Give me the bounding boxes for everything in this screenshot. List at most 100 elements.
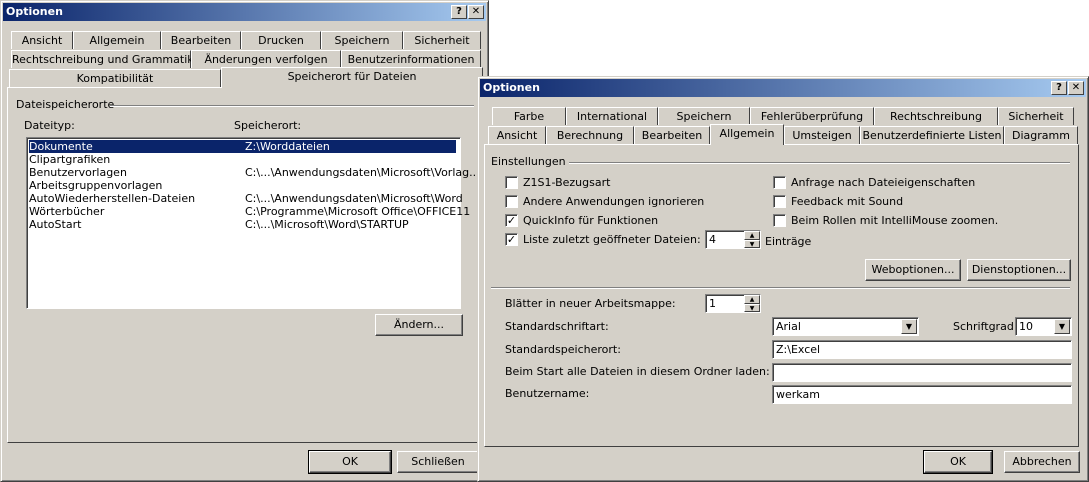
item-type: Clipartgrafiken: [29, 153, 111, 166]
item-type: Dokumente: [29, 140, 93, 153]
tab-fehlerueberpruefung[interactable]: Fehlerüberprüfung: [750, 107, 874, 125]
item-type: Arbeitsgruppenvorlagen: [29, 179, 163, 192]
sheets-input[interactable]: 1 ▲ ▼: [705, 294, 761, 313]
close-icon[interactable]: ✕: [1068, 81, 1084, 95]
column-header-location: Speicherort:: [234, 119, 302, 132]
item-type: AutoStart: [29, 218, 82, 231]
label-intellimouse-zoom: Beim Rollen mit IntelliMouse zoomen.: [791, 214, 999, 227]
label-feedback-sound: Feedback mit Sound: [791, 195, 904, 208]
tab-ansicht[interactable]: Ansicht: [488, 126, 546, 144]
dialog-title: Optionen: [6, 5, 63, 18]
chevron-down-icon[interactable]: ▼: [1054, 319, 1070, 334]
cancel-button[interactable]: Abbrechen: [1004, 451, 1080, 473]
tab-sicherheit[interactable]: Sicherheit: [998, 107, 1074, 125]
tab-speicherort-fuer-dateien[interactable]: Speicherort für Dateien: [221, 67, 483, 88]
column-header-type: Dateityp:: [24, 119, 75, 132]
item-type: AutoWiederherstellen-Dateien: [29, 192, 196, 205]
tab-ansicht[interactable]: Ansicht: [11, 31, 73, 49]
startup-folder-input[interactable]: [772, 363, 1072, 382]
std-font-label: Standardschriftart:: [505, 320, 609, 333]
tab-panel: Einstellungen Z1S1-Bezugsart Andere Anwe…: [484, 144, 1079, 447]
spin-down-icon[interactable]: ▼: [744, 303, 760, 312]
tab-kompatibilitaet[interactable]: Kompatibilität: [9, 69, 221, 87]
help-button[interactable]: ?: [451, 5, 467, 19]
dialog-title: Optionen: [483, 81, 540, 94]
item-location: C:\...\Anwendungsdaten\Microsoft\Vorlag.…: [245, 166, 480, 179]
font-size-label: Schriftgrad:: [953, 320, 1018, 333]
spin-up-icon[interactable]: ▲: [744, 231, 760, 240]
tab-rechtschreibung-grammatik[interactable]: Rechtschreibung und Grammatik: [11, 50, 194, 68]
ok-button[interactable]: OK: [308, 450, 392, 474]
section-divider: [491, 287, 1070, 289]
spin-down-icon[interactable]: ▼: [744, 239, 760, 248]
modify-button[interactable]: Ändern...: [375, 314, 463, 336]
tab-sicherheit[interactable]: Sicherheit: [403, 31, 481, 49]
group-title: Einstellungen: [491, 155, 566, 168]
recent-count-stepper[interactable]: ▲ ▼: [744, 231, 760, 248]
tab-bearbeiten[interactable]: Bearbeiten: [634, 126, 710, 144]
label-z1s1: Z1S1-Bezugsart: [523, 176, 611, 189]
ok-button[interactable]: OK: [923, 450, 993, 474]
tab-benutzerdefinierte-listen[interactable]: Benutzerdefinierte Listen: [860, 126, 1004, 144]
help-button[interactable]: ?: [1051, 81, 1067, 95]
item-location: C:\...\Microsoft\Word\STARTUP: [245, 218, 409, 231]
item-location: Z:\Worddateien: [245, 140, 330, 153]
tab-drucken[interactable]: Drucken: [241, 31, 321, 49]
tab-allgemein[interactable]: Allgemein: [73, 31, 161, 49]
list-item[interactable]: Dokumente Z:\Worddateien: [28, 139, 457, 154]
tab-benutzerinformationen[interactable]: Benutzerinformationen: [341, 50, 481, 68]
item-type: Wörterbücher: [29, 205, 105, 218]
tab-farbe[interactable]: Farbe: [492, 107, 566, 125]
title-bar: Optionen ? ✕: [3, 3, 486, 21]
label-ignore-apps: Andere Anwendungen ignorieren: [523, 195, 705, 208]
tab-umsteigen[interactable]: Umsteigen: [784, 126, 860, 144]
tab-speichern[interactable]: Speichern: [321, 31, 403, 49]
checkbox-intellimouse-zoom[interactable]: [773, 214, 786, 227]
std-font-select[interactable]: Arial ▼: [772, 317, 919, 336]
close-icon[interactable]: ✕: [468, 5, 484, 19]
checkbox-quickinfo[interactable]: ✓: [505, 214, 518, 227]
recent-count-input[interactable]: 4 ▲ ▼: [705, 230, 761, 249]
tab-international[interactable]: International: [566, 107, 658, 125]
tab-panel: Dateispeicherorte Dateityp: Speicherort:…: [7, 87, 483, 443]
item-location: C:\...\Anwendungsdaten\Microsoft\Word: [245, 192, 463, 205]
web-options-button[interactable]: Weboptionen...: [865, 259, 961, 281]
file-locations-list[interactable]: Dokumente Z:\Worddateien Clipartgrafiken…: [26, 137, 480, 309]
title-bar: Optionen ? ✕: [480, 79, 1086, 97]
entries-label: Einträge: [765, 235, 812, 248]
tab-aenderungen-verfolgen[interactable]: Änderungen verfolgen: [191, 50, 341, 68]
word-options-dialog: Optionen ? ✕ Ansicht Allgemein Bearbeite…: [0, 0, 489, 482]
label-recent-files: Liste zuletzt geöffneter Dateien:: [523, 233, 701, 246]
sheets-stepper[interactable]: ▲ ▼: [744, 295, 760, 312]
tab-berechnung[interactable]: Berechnung: [546, 126, 634, 144]
item-location: C:\Programme\Microsoft Office\OFFICE11: [245, 205, 471, 218]
group-divider: [569, 162, 1070, 164]
item-type: Benutzervorlagen: [29, 166, 127, 179]
tab-rechtschreibung[interactable]: Rechtschreibung: [874, 107, 998, 125]
service-options-button[interactable]: Dienstoptionen...: [967, 259, 1071, 281]
std-location-input[interactable]: Z:\Excel: [772, 340, 1072, 359]
tab-allgemein[interactable]: Allgemein: [710, 124, 784, 145]
tab-speichern[interactable]: Speichern: [658, 107, 750, 125]
tab-bearbeiten[interactable]: Bearbeiten: [161, 31, 241, 49]
checkbox-z1s1[interactable]: [505, 176, 518, 189]
checkbox-recent-files[interactable]: ✓: [505, 233, 518, 246]
close-button[interactable]: Schließen: [397, 451, 479, 473]
font-size-select[interactable]: 10 ▼: [1015, 317, 1072, 336]
label-file-properties: Anfrage nach Dateieigenschaften: [791, 176, 976, 189]
chevron-down-icon[interactable]: ▼: [901, 319, 917, 334]
checkbox-ignore-apps[interactable]: [505, 195, 518, 208]
label-quickinfo: QuickInfo für Funktionen: [523, 214, 659, 227]
checkbox-feedback-sound[interactable]: [773, 195, 786, 208]
username-input[interactable]: werkam: [772, 385, 1072, 404]
username-label: Benutzername:: [505, 387, 590, 400]
sheets-label: Blätter in neuer Arbeitsmappe:: [505, 297, 676, 310]
spin-up-icon[interactable]: ▲: [744, 295, 760, 304]
tab-diagramm[interactable]: Diagramm: [1004, 126, 1078, 144]
startup-folder-label: Beim Start alle Dateien in diesem Ordner…: [505, 365, 770, 378]
group-divider: [110, 105, 474, 107]
excel-options-dialog: Optionen ? ✕ Farbe International Speiche…: [477, 76, 1089, 482]
group-title: Dateispeicherorte: [16, 98, 115, 111]
std-location-label: Standardspeicherort:: [505, 343, 621, 356]
checkbox-file-properties[interactable]: [773, 176, 786, 189]
